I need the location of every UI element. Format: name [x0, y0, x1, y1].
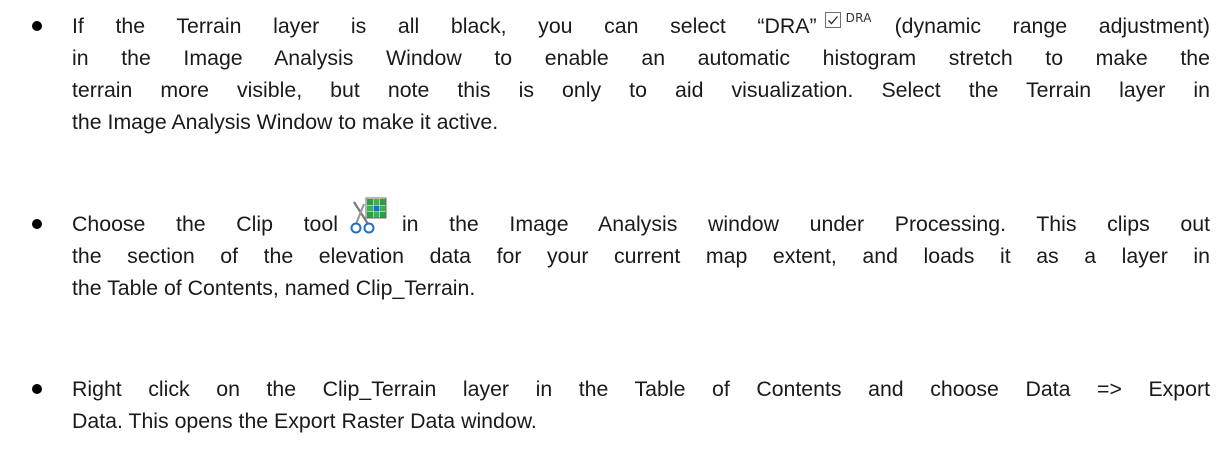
- text-segment: in the Image Analysis window under Proce…: [401, 212, 1210, 236]
- text-line: If the Terrain layer is all black, you c…: [72, 10, 1210, 42]
- bullet-icon: [32, 219, 42, 229]
- bullet-item-dra: If the Terrain layer is all black, you c…: [0, 10, 1218, 170]
- bullet-icon: [32, 384, 42, 394]
- text-line: in the Image Analysis Window to enable a…: [72, 46, 1210, 70]
- bullet-text: Choose the Clip tool in the Image Analys…: [72, 197, 1210, 304]
- bullet-item-clip: Choose the Clip tool in the Image Analys…: [0, 197, 1218, 308]
- text-line: the Image Analysis Window to make it act…: [72, 110, 499, 134]
- bullet-icon: [32, 21, 42, 31]
- dra-label: DRA: [845, 11, 872, 25]
- document-page: If the Terrain layer is all black, you c…: [0, 0, 1218, 449]
- clip-tool-icon: [348, 196, 388, 236]
- text-line: Data. This opens the Export Raster Data …: [72, 409, 537, 433]
- bullet-text: If the Terrain layer is all black, you c…: [72, 10, 1210, 138]
- text-line: terrain more visible, but note this is o…: [72, 78, 1210, 102]
- text-line: the section of the elevation data for yo…: [72, 244, 1210, 268]
- text-line: Right click on the Clip_Terrain layer in…: [72, 377, 1210, 401]
- bullet-text: Right click on the Clip_Terrain layer in…: [72, 373, 1210, 437]
- text-segment: Choose the Clip tool: [72, 212, 338, 236]
- text-line: Choose the Clip tool in the Image Analys…: [72, 197, 1210, 240]
- checkbox-icon: [824, 12, 841, 28]
- dra-checkbox-icon: DRA: [824, 10, 889, 34]
- text-segment: If the Terrain layer is all black, you c…: [72, 14, 817, 38]
- text-segment: (dynamic range adjustment): [894, 14, 1211, 38]
- bullet-item-export: Right click on the Clip_Terrain layer in…: [0, 373, 1218, 443]
- text-line: the Table of Contents, named Clip_Terrai…: [72, 276, 476, 300]
